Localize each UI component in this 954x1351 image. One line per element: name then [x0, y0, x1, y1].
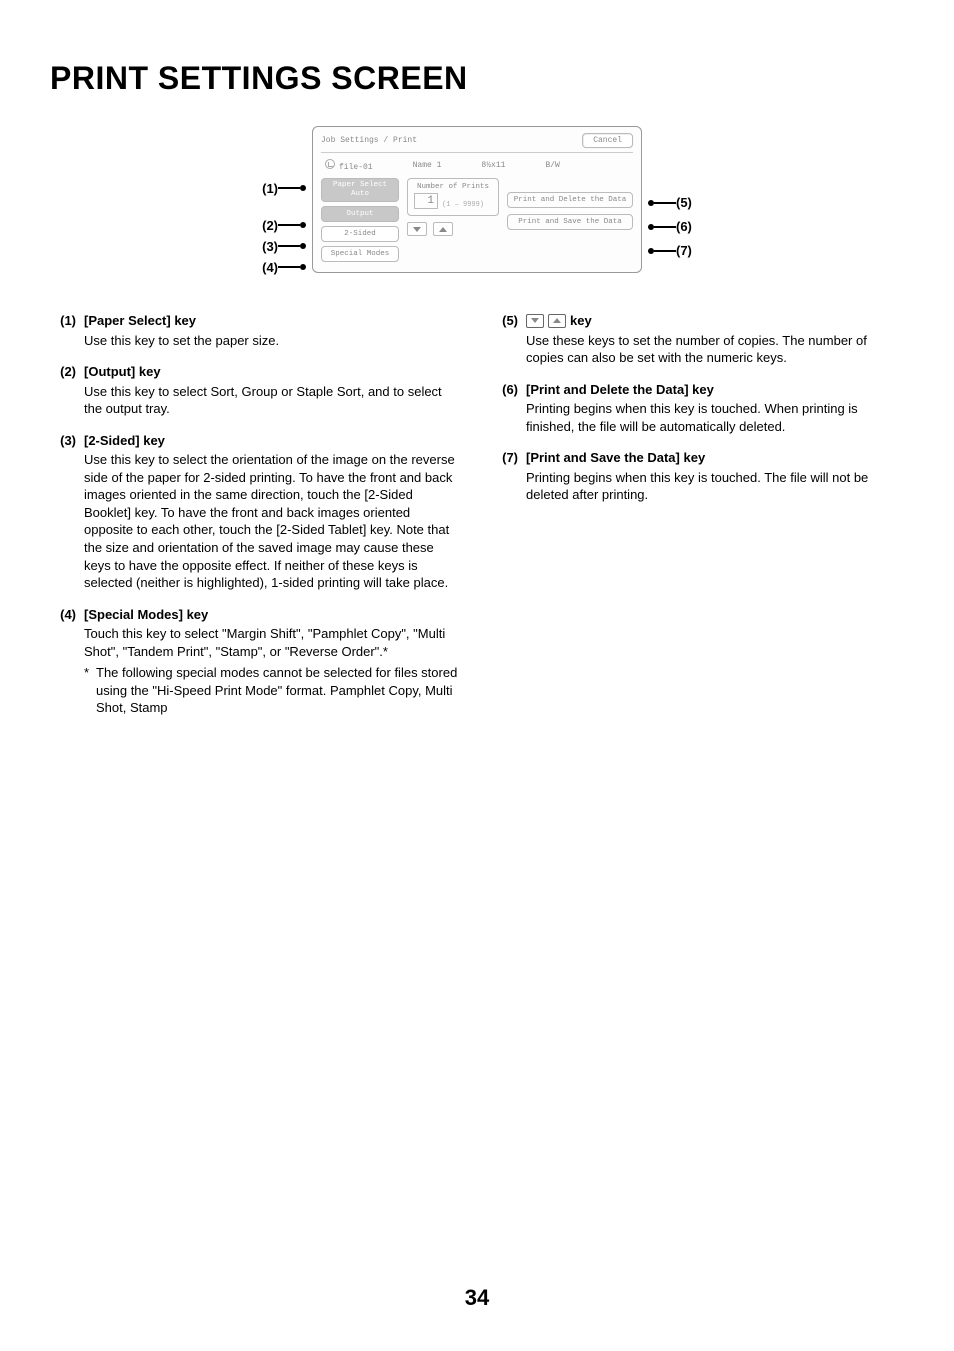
left-description-column: (1) [Paper Select] key Use this key to s…: [50, 312, 462, 731]
desc-item-2: (2) [Output] key Use this key to select …: [50, 363, 462, 418]
print-and-delete-button[interactable]: Print and Delete the Data: [507, 192, 633, 208]
two-sided-button[interactable]: 2-Sided: [321, 226, 399, 242]
cancel-button[interactable]: Cancel: [582, 133, 633, 148]
desc-item-6: (6) [Print and Delete the Data] key Prin…: [492, 381, 904, 436]
page-number: 34: [0, 1285, 954, 1311]
file-icon: [325, 159, 335, 169]
file-size: 8½x11: [481, 161, 505, 170]
paper-select-button[interactable]: Paper Select Auto: [321, 178, 399, 201]
file-color-mode: B/W: [545, 161, 559, 170]
callout-5: (5): [648, 193, 692, 213]
number-of-prints-label: Number of Prints: [414, 183, 492, 191]
chevron-down-icon: [413, 227, 421, 232]
screen-header-title: Job Settings / Print: [321, 136, 417, 145]
down-arrow-icon: [526, 314, 544, 328]
desc-item-7: (7) [Print and Save the Data] key Printi…: [492, 449, 904, 504]
number-of-prints-range: (1 – 9999): [442, 201, 484, 209]
callout-6: (6): [648, 217, 692, 237]
device-screen: Job Settings / Print Cancel file-01 Name…: [312, 126, 642, 272]
special-modes-button[interactable]: Special Modes: [321, 246, 399, 262]
print-and-save-button[interactable]: Print and Save the Data: [507, 214, 633, 230]
ui-screenshot-diagram: (1) (2) (3) (4) Job Settings / Print Can…: [50, 122, 904, 277]
callout-3: (3): [262, 236, 306, 256]
number-of-prints-box: Number of Prints 1 (1 – 9999): [407, 178, 499, 216]
description-columns: (1) [Paper Select] key Use this key to s…: [50, 312, 904, 731]
callout-1: (1): [262, 178, 306, 198]
file-user: Name 1: [413, 161, 442, 170]
file-name: file-01: [339, 163, 373, 172]
callout-7: (7): [648, 241, 692, 261]
callout-2: (2): [262, 215, 306, 235]
number-of-prints-value[interactable]: 1: [414, 193, 438, 209]
decrement-button[interactable]: [407, 222, 427, 236]
up-arrow-icon: [548, 314, 566, 328]
desc-item-4: (4) [Special Modes] key Touch this key t…: [50, 606, 462, 717]
increment-button[interactable]: [433, 222, 453, 236]
chevron-up-icon: [439, 227, 447, 232]
desc-item-1: (1) [Paper Select] key Use this key to s…: [50, 312, 462, 349]
desc-item-3: (3) [2-Sided] key Use this key to select…: [50, 432, 462, 592]
callout-4: (4): [262, 257, 306, 277]
right-description-column: (5) key Use these keys to set the number…: [492, 312, 904, 731]
desc-item-5: (5) key Use these keys to set the number…: [492, 312, 904, 367]
page-title: PRINT SETTINGS SCREEN: [50, 60, 904, 97]
output-button[interactable]: Output: [321, 206, 399, 222]
